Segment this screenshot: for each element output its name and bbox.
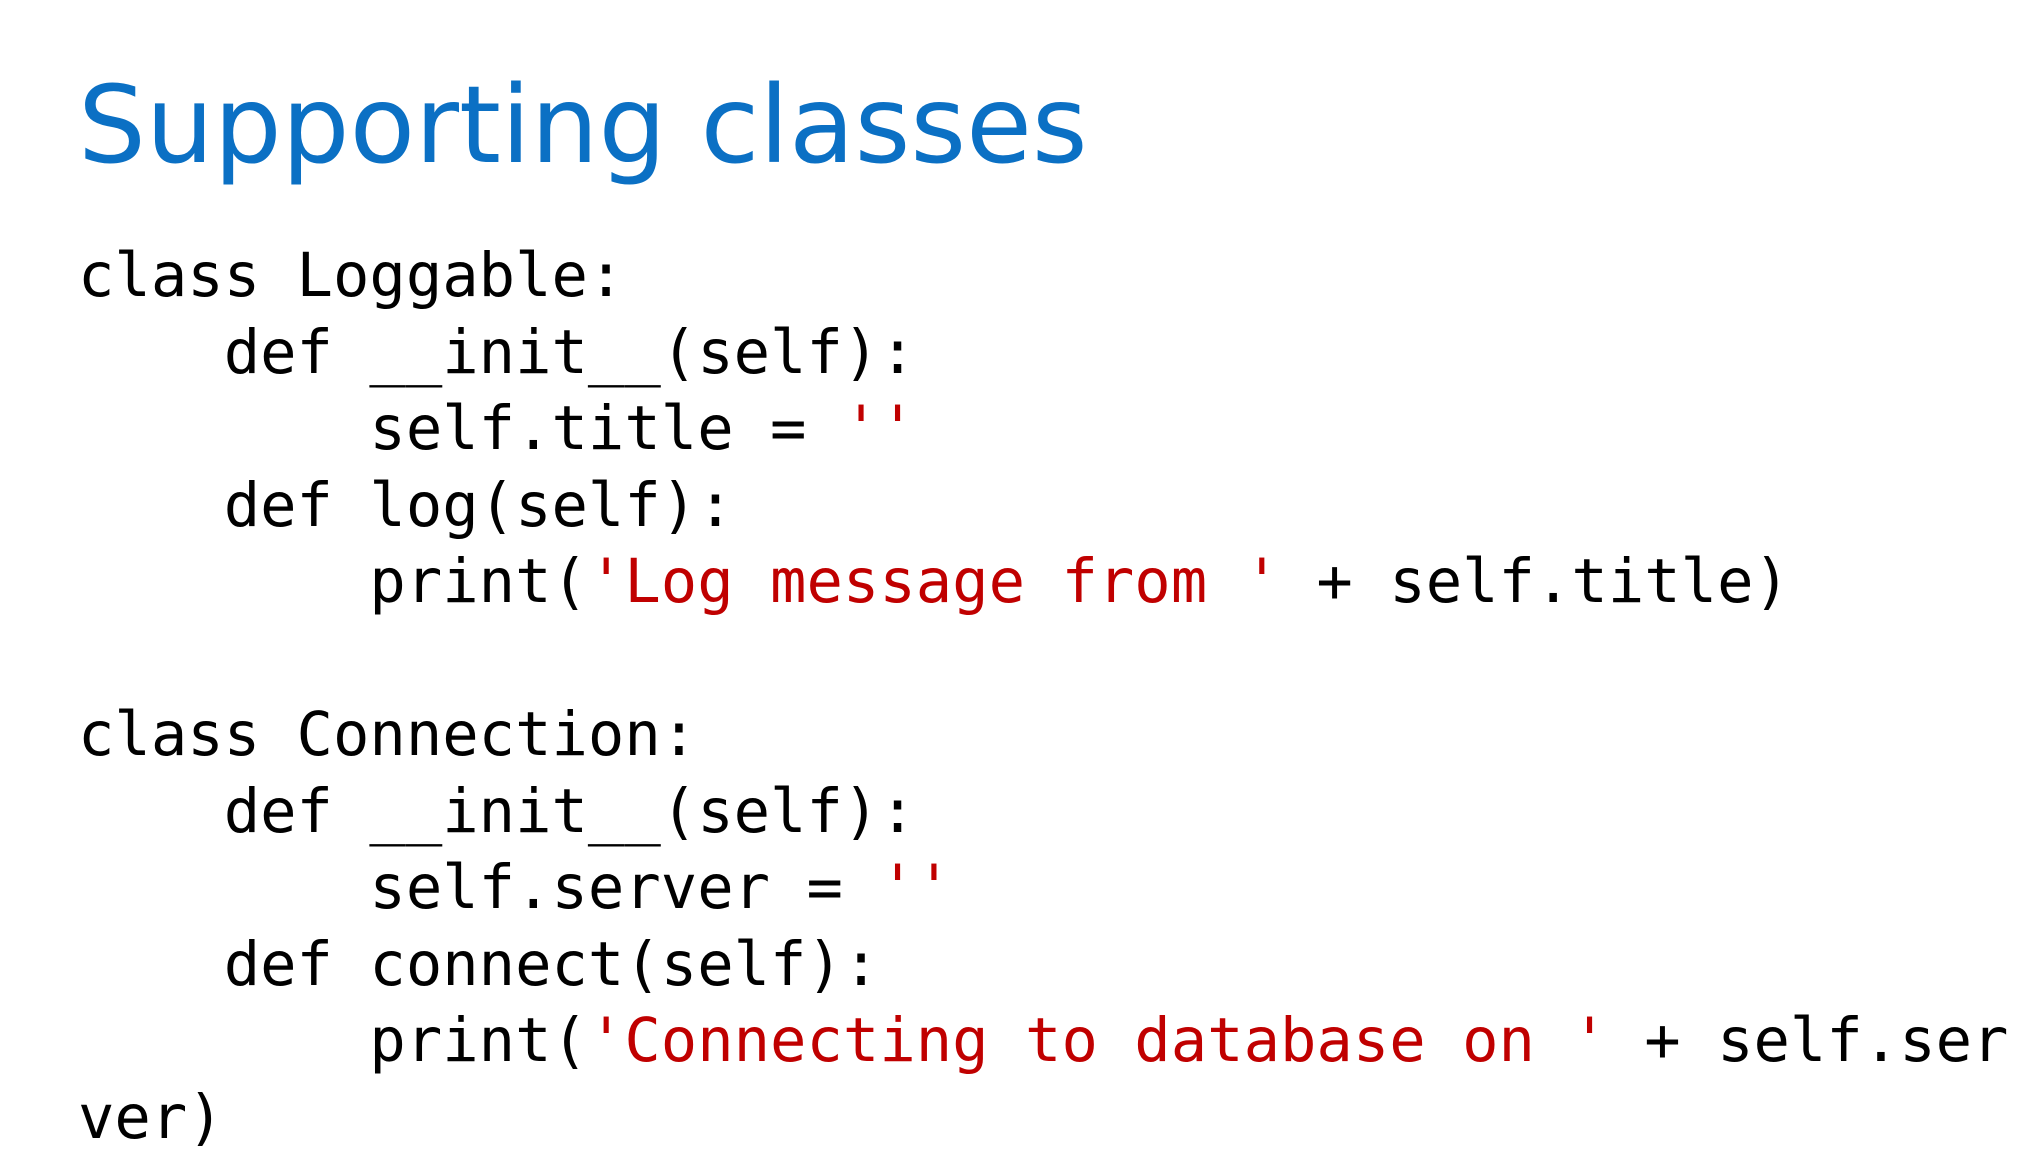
code-token: + self.ser <box>1608 1006 2009 1076</box>
slide: Supporting classes class Loggable: def _… <box>0 0 2040 1147</box>
code-string-literal: 'Connecting to database on ' <box>588 1006 1608 1076</box>
code-token: class Connection: <box>78 700 697 770</box>
code-blank-line <box>78 621 1998 698</box>
code-string-literal: 'Log message from ' <box>588 547 1280 617</box>
code-token: def log(self): <box>78 471 734 541</box>
code-token: print( <box>78 1006 588 1076</box>
code-block: class Loggable: def __init__(self): self… <box>78 238 1998 1156</box>
code-string-literal: '' <box>843 394 916 464</box>
code-token: print( <box>78 547 588 617</box>
code-line: ver) <box>78 1080 1998 1156</box>
code-line: def __init__(self): <box>78 774 1998 851</box>
code-line: def __init__(self): <box>78 315 1998 392</box>
code-line: self.server = '' <box>78 850 1998 927</box>
code-line: class Loggable: <box>78 238 1998 315</box>
code-string-literal: '' <box>879 853 952 923</box>
code-token: def __init__(self): <box>78 777 916 847</box>
code-token: class Loggable: <box>78 241 624 311</box>
code-line: print('Log message from ' + self.title) <box>78 544 1998 621</box>
code-line: def log(self): <box>78 468 1998 545</box>
code-token: self.title = <box>78 394 843 464</box>
code-token: + self.title) <box>1280 547 1790 617</box>
code-token: def __init__(self): <box>78 318 916 388</box>
code-line: def connect(self): <box>78 927 1998 1004</box>
code-token: ver) <box>78 1083 224 1153</box>
code-line: class Connection: <box>78 697 1998 774</box>
code-line: print('Connecting to database on ' + sel… <box>78 1003 1998 1080</box>
slide-title: Supporting classes <box>78 62 1088 190</box>
code-line: self.title = '' <box>78 391 1998 468</box>
code-token: def connect(self): <box>78 930 879 1000</box>
code-token: self.server = <box>78 853 879 923</box>
